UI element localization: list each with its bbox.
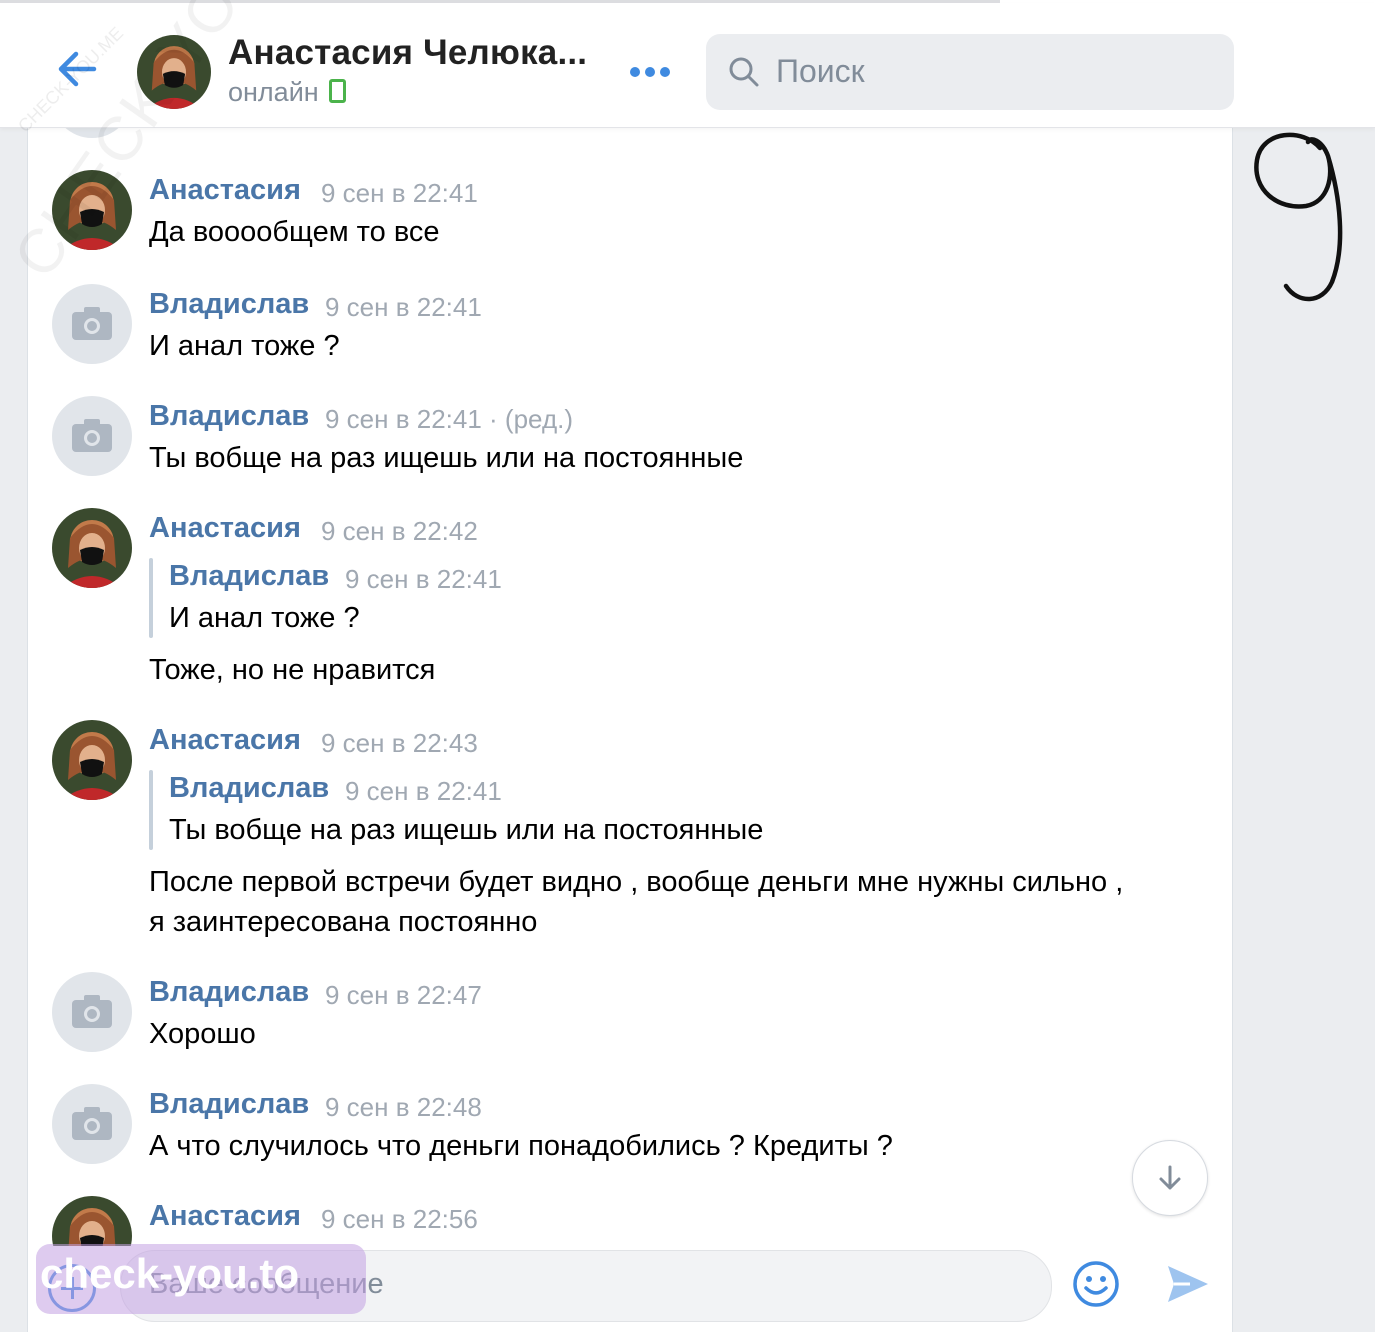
chat-header: Анастасия Челюка... онлайн Поиск bbox=[0, 3, 1375, 128]
more-options-button[interactable] bbox=[626, 61, 674, 83]
more-dots-icon bbox=[630, 67, 640, 77]
message-time: 9 сен в 22:43 bbox=[321, 728, 478, 758]
author-avatar[interactable] bbox=[52, 972, 132, 1052]
message-text-line: я заинтересована постоянно bbox=[149, 906, 538, 938]
message-time: 9 сен в 22:41 · (ред.) bbox=[325, 404, 573, 434]
message-placeholder: Ваше сообщение bbox=[149, 1268, 384, 1300]
mobile-online-icon bbox=[328, 79, 346, 103]
message-text: Тоже, но не нравится bbox=[149, 654, 436, 686]
search-input[interactable]: Поиск bbox=[706, 34, 1234, 110]
message-author[interactable]: Владислав bbox=[149, 1088, 309, 1121]
author-avatar[interactable] bbox=[52, 396, 132, 476]
author-avatar[interactable] bbox=[52, 170, 132, 250]
right-gutter bbox=[1232, 128, 1375, 1332]
quote-bar bbox=[149, 770, 153, 850]
message-text: И анал тоже ? bbox=[149, 330, 340, 362]
message-author[interactable]: Владислав bbox=[149, 400, 309, 433]
camera-icon bbox=[72, 995, 112, 1028]
message-time: 9 сен в 22:41 bbox=[325, 292, 482, 322]
message-text: А что случилось что деньги понадобились … bbox=[149, 1130, 893, 1162]
search-icon bbox=[729, 57, 759, 87]
status-label: онлайн bbox=[228, 77, 319, 107]
message-text-line: После первой встречи будет видно , вообщ… bbox=[149, 866, 1124, 898]
author-avatar[interactable] bbox=[52, 1196, 132, 1246]
emoji-button[interactable] bbox=[1072, 1260, 1120, 1308]
quoted-text: И анал тоже ? bbox=[169, 602, 360, 634]
arrow-down-icon bbox=[1159, 1165, 1181, 1190]
camera-icon bbox=[72, 419, 112, 452]
dot bbox=[645, 67, 655, 77]
search-placeholder: Поиск bbox=[776, 53, 865, 89]
author-avatar[interactable] bbox=[52, 508, 132, 588]
author-avatar[interactable] bbox=[52, 720, 132, 800]
online-status: онлайн bbox=[228, 77, 346, 108]
camera-icon bbox=[72, 1107, 112, 1140]
message-text: И в сексе что пробовала bbox=[149, 128, 481, 143]
message-text: Да вооообщем то все bbox=[149, 216, 440, 248]
message-composer: Ваше сообщение bbox=[28, 1246, 1232, 1332]
message-time: 9 сен в 22:56 bbox=[321, 1204, 478, 1234]
author-avatar[interactable] bbox=[52, 1084, 132, 1164]
quoted-time: 9 сен в 22:41 bbox=[345, 564, 502, 594]
message-time: 9 сен в 22:42 bbox=[321, 516, 478, 546]
contact-name[interactable]: Анастасия Челюка... bbox=[228, 33, 587, 73]
message-input[interactable]: Ваше сообщение bbox=[120, 1250, 1052, 1322]
message-author[interactable]: Владислав bbox=[149, 288, 309, 321]
message-feed[interactable]: И в сексе что пробовала Анастасия 9 сен … bbox=[28, 128, 1232, 1246]
left-gutter bbox=[0, 128, 28, 1332]
message-text: Ты вобще на раз ищешь или на постоянные bbox=[149, 442, 744, 474]
quoted-author[interactable]: Владислав bbox=[169, 560, 329, 593]
quote-bar bbox=[149, 558, 153, 638]
send-button[interactable] bbox=[1164, 1260, 1212, 1308]
message-author[interactable]: Анастасия bbox=[149, 512, 301, 545]
arrow-left-icon bbox=[58, 51, 97, 87]
message-author[interactable]: Анастасия bbox=[149, 174, 301, 207]
handwritten-nine-drawing bbox=[1254, 132, 1343, 302]
message-time: 9 сен в 22:41 bbox=[321, 178, 478, 208]
camera-icon bbox=[72, 307, 112, 340]
send-icon bbox=[1168, 1266, 1208, 1302]
attach-button[interactable] bbox=[48, 1264, 96, 1312]
quoted-text: Ты вобще на раз ищешь или на постоянные bbox=[169, 814, 764, 846]
contact-avatar[interactable] bbox=[137, 35, 211, 109]
message-time: 9 сен в 22:47 bbox=[325, 980, 482, 1010]
message-author[interactable]: Анастасия bbox=[149, 724, 301, 757]
avatar bbox=[52, 128, 132, 138]
divider bbox=[1232, 128, 1233, 1332]
scroll-to-bottom-button[interactable] bbox=[1132, 1140, 1208, 1216]
message-text: Хорошо bbox=[149, 1018, 256, 1050]
message-author[interactable]: Владислав bbox=[149, 976, 309, 1009]
smile-icon bbox=[1073, 1261, 1119, 1307]
author-avatar[interactable] bbox=[52, 284, 132, 364]
quoted-author[interactable]: Владислав bbox=[169, 772, 329, 805]
message-time: 9 сен в 22:48 bbox=[325, 1092, 482, 1122]
dot bbox=[660, 67, 670, 77]
back-button[interactable] bbox=[52, 43, 104, 95]
message-author[interactable]: Анастасия bbox=[149, 1200, 301, 1233]
quoted-time: 9 сен в 22:41 bbox=[345, 776, 502, 806]
